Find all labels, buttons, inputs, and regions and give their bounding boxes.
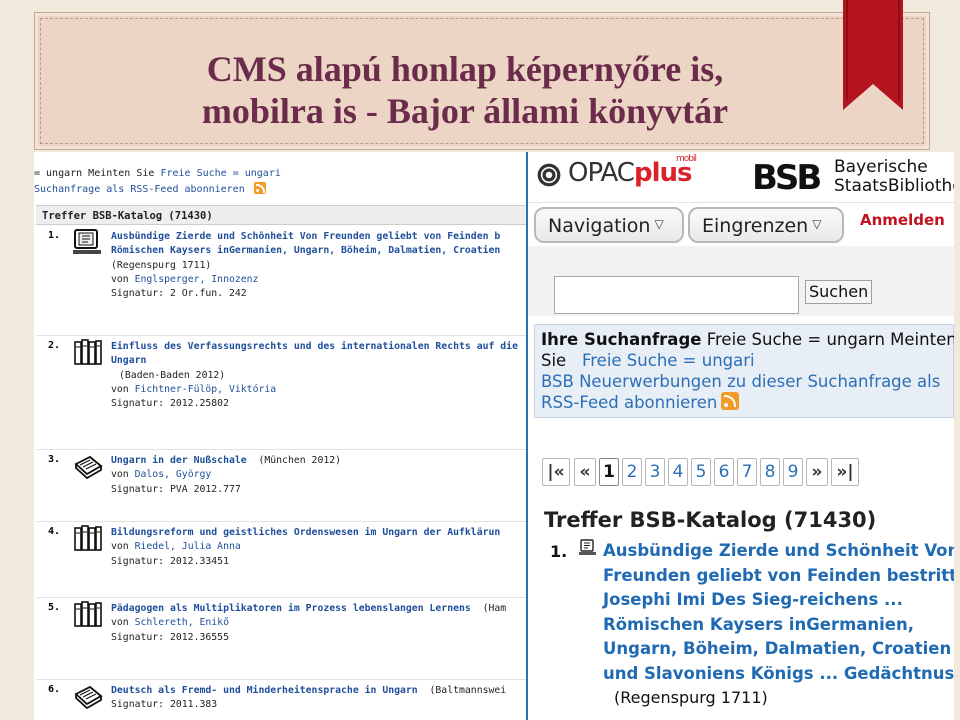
hit-signature: Signatur: 2 Or.fun. 242 bbox=[111, 288, 247, 300]
desktop-rss-link[interactable]: Suchanfrage als RSS-Feed abonnieren bbox=[34, 184, 245, 195]
hit-publication: (Regenspurg 1711) bbox=[614, 688, 768, 707]
results-header: Treffer BSB-Katalog (71430) bbox=[544, 508, 877, 532]
hit-author-link[interactable]: Riedel, Julia Anna bbox=[135, 541, 241, 552]
rss-subscribe-link[interactable]: BSB Neuerwerbungen zu dieser Suchanfrage… bbox=[541, 371, 949, 392]
hit-publication: (Regenspurg 1711) bbox=[111, 259, 212, 271]
page-8-button[interactable]: 8 bbox=[760, 458, 780, 486]
mobile-opac-view: OPACplus mobil BSB Bayerische StaatsBibl… bbox=[528, 152, 954, 720]
list-item: 4. Bildungsreform und geistliches Ordens… bbox=[36, 522, 526, 598]
desktop-query: = ungarn Meinten Sie Freie Suche = ungar… bbox=[34, 168, 281, 179]
list-item: 2. Einfluss des Verfassungsrechts und de… bbox=[36, 336, 526, 450]
hit-body: Bildungsreform und geistliches Ordenswes… bbox=[111, 526, 526, 569]
hit-number: 2. bbox=[48, 340, 61, 351]
list-item: 3. Ungarn in der Nußschale (München 2012… bbox=[36, 450, 526, 522]
books-icon bbox=[74, 339, 102, 365]
hit-title[interactable]: Deutsch als Fremd- und Minderheitensprac… bbox=[111, 685, 418, 696]
slide-title: CMS alapú honlap képernyőre is, mobilra … bbox=[0, 48, 930, 132]
hit-number: 6. bbox=[48, 684, 61, 695]
hit-title-cont[interactable]: Römischen Kaysers inGermanien, Ungarn, B… bbox=[111, 244, 526, 258]
page-3-button[interactable]: 3 bbox=[645, 458, 665, 486]
dropdown-triangle-icon: ▽ bbox=[654, 217, 664, 231]
hit-signature: Signatur: 2012.25802 bbox=[111, 398, 229, 410]
bsb-logo: BSB bbox=[752, 158, 822, 198]
mobile-nav-bar: Navigation ▽ Eingrenzen ▽ Anmelden bbox=[528, 202, 954, 246]
hit-body: Ungarn in der Nußschale (München 2012) v… bbox=[111, 454, 526, 497]
hit-body: Deutsch als Fremd- und Minderheitensprac… bbox=[111, 684, 526, 713]
opac-plus-logo[interactable]: OPACplus mobil bbox=[568, 154, 697, 188]
hit-author-link[interactable]: Fichtner-Fülöp, Viktória bbox=[135, 384, 277, 395]
books-icon bbox=[74, 525, 102, 551]
hit-author-link[interactable]: Englsperger, Innozenz bbox=[135, 274, 259, 285]
navigation-menu-button[interactable]: Navigation ▽ bbox=[534, 207, 684, 243]
hit-number: 5. bbox=[48, 602, 61, 613]
page-next-button[interactable]: » bbox=[806, 458, 828, 486]
hit-number: 1. bbox=[48, 230, 61, 241]
dropdown-triangle-icon: ▽ bbox=[812, 217, 822, 231]
hit-title[interactable]: Bildungsreform und geistliches Ordenswes… bbox=[111, 526, 526, 540]
desktop-query-suggestion-link[interactable]: Freie Suche = ungari bbox=[160, 168, 280, 179]
page-5-button[interactable]: 5 bbox=[691, 458, 711, 486]
hit-body: Ausbündige Zierde und Schönheit Von Freu… bbox=[111, 230, 526, 301]
book-icon bbox=[74, 455, 103, 480]
ebook-icon bbox=[579, 539, 596, 555]
search-input[interactable] bbox=[554, 276, 799, 314]
page-1-button[interactable]: 1 bbox=[599, 458, 619, 486]
opac-logo-icon bbox=[537, 163, 561, 187]
page-6-button[interactable]: 6 bbox=[714, 458, 734, 486]
page-last-button[interactable]: »| bbox=[831, 458, 859, 486]
hit-signature: Signatur: 2012.36555 bbox=[111, 631, 229, 643]
hit-title[interactable]: Pädagogen als Multiplikatoren im Prozess… bbox=[111, 603, 471, 614]
slide-title-line-1: CMS alapú honlap képernyőre is, bbox=[206, 49, 724, 89]
rss-icon[interactable] bbox=[721, 392, 740, 410]
desktop-results-header: Treffer BSB-Katalog (71430) bbox=[36, 205, 526, 225]
hit-publication: (Ham bbox=[482, 603, 507, 614]
rss-subscribe-link-cont[interactable]: RSS-Feed abonnieren bbox=[541, 393, 717, 412]
hit-title[interactable]: Einfluss des Verfassungsrechts und des i… bbox=[111, 340, 526, 354]
ebook-icon bbox=[73, 229, 101, 254]
page-7-button[interactable]: 7 bbox=[737, 458, 757, 486]
list-item: 1. Ausbündige Zierde und Schönheit Von F… bbox=[36, 226, 526, 336]
hit-number: 4. bbox=[48, 526, 61, 537]
hit-body: Einfluss des Verfassungsrechts und des i… bbox=[111, 340, 526, 411]
hit-number: 1. bbox=[550, 542, 568, 561]
hit-author-link[interactable]: Schlereth, Enikő bbox=[135, 617, 229, 628]
hit-signature: Signatur: 2011.383 bbox=[111, 699, 218, 711]
page-4-button[interactable]: 4 bbox=[668, 458, 688, 486]
hit-signature: Signatur: PVA 2012.777 bbox=[111, 483, 241, 495]
bsb-library-name: Bayerische StaatsBibliothek bbox=[834, 157, 954, 196]
login-link[interactable]: Anmelden bbox=[860, 211, 945, 229]
bookmark-ribbon-icon bbox=[843, 0, 903, 110]
book-icon bbox=[74, 685, 103, 710]
query-suggestion-link[interactable]: Freie Suche = ungari bbox=[582, 351, 755, 370]
page-9-button[interactable]: 9 bbox=[783, 458, 803, 486]
list-item: 5. Pädagogen als Multiplikatoren im Proz… bbox=[36, 598, 526, 680]
search-bar: Suchen bbox=[528, 246, 954, 316]
slide-title-line-2: mobilra is - Bajor állami könyvtár bbox=[201, 91, 729, 131]
hit-title[interactable]: Ungarn in der Nußschale bbox=[111, 455, 247, 466]
page-2-button[interactable]: 2 bbox=[622, 458, 642, 486]
desktop-rss-row: Suchanfrage als RSS-Feed abonnieren bbox=[34, 182, 266, 195]
eingrenzen-menu-button[interactable]: Eingrenzen ▽ bbox=[688, 207, 844, 243]
hit-author-link[interactable]: Dalos, György bbox=[135, 469, 212, 480]
query-info-box: Ihre Suchanfrage Freie Suche = ungarn Me… bbox=[534, 324, 954, 418]
hit-title[interactable]: Ausbündige Zierde und Schönheit Von Freu… bbox=[111, 230, 526, 244]
hit-title-cont[interactable]: Ungarn bbox=[111, 354, 526, 368]
list-item: 6. Deutsch als Fremd- und Minderheitensp… bbox=[36, 680, 526, 720]
hit-number: 3. bbox=[48, 454, 61, 465]
hit-title-link[interactable]: Ausbündige Zierde und Schönheit Von Freu… bbox=[603, 539, 954, 687]
query-label: Ihre Suchanfrage bbox=[541, 330, 702, 349]
page-prev-button[interactable]: « bbox=[574, 458, 596, 486]
hit-publication: (München 2012) bbox=[258, 455, 342, 466]
page-first-button[interactable]: |« bbox=[542, 458, 570, 486]
hit-publication: (Baltmannswei bbox=[429, 685, 507, 696]
books-icon bbox=[74, 601, 102, 627]
hit-publication: (Baden-Baden 2012) bbox=[119, 369, 226, 381]
search-button[interactable]: Suchen bbox=[805, 280, 873, 304]
hit-body: Pädagogen als Multiplikatoren im Prozess… bbox=[111, 602, 526, 645]
hit-signature: Signatur: 2012.33451 bbox=[111, 555, 229, 567]
query-text: Freie Suche = ungarn Meinten bbox=[706, 330, 954, 349]
desktop-opac-view: = ungarn Meinten Sie Freie Suche = ungar… bbox=[34, 152, 528, 720]
rss-icon[interactable] bbox=[253, 182, 266, 194]
